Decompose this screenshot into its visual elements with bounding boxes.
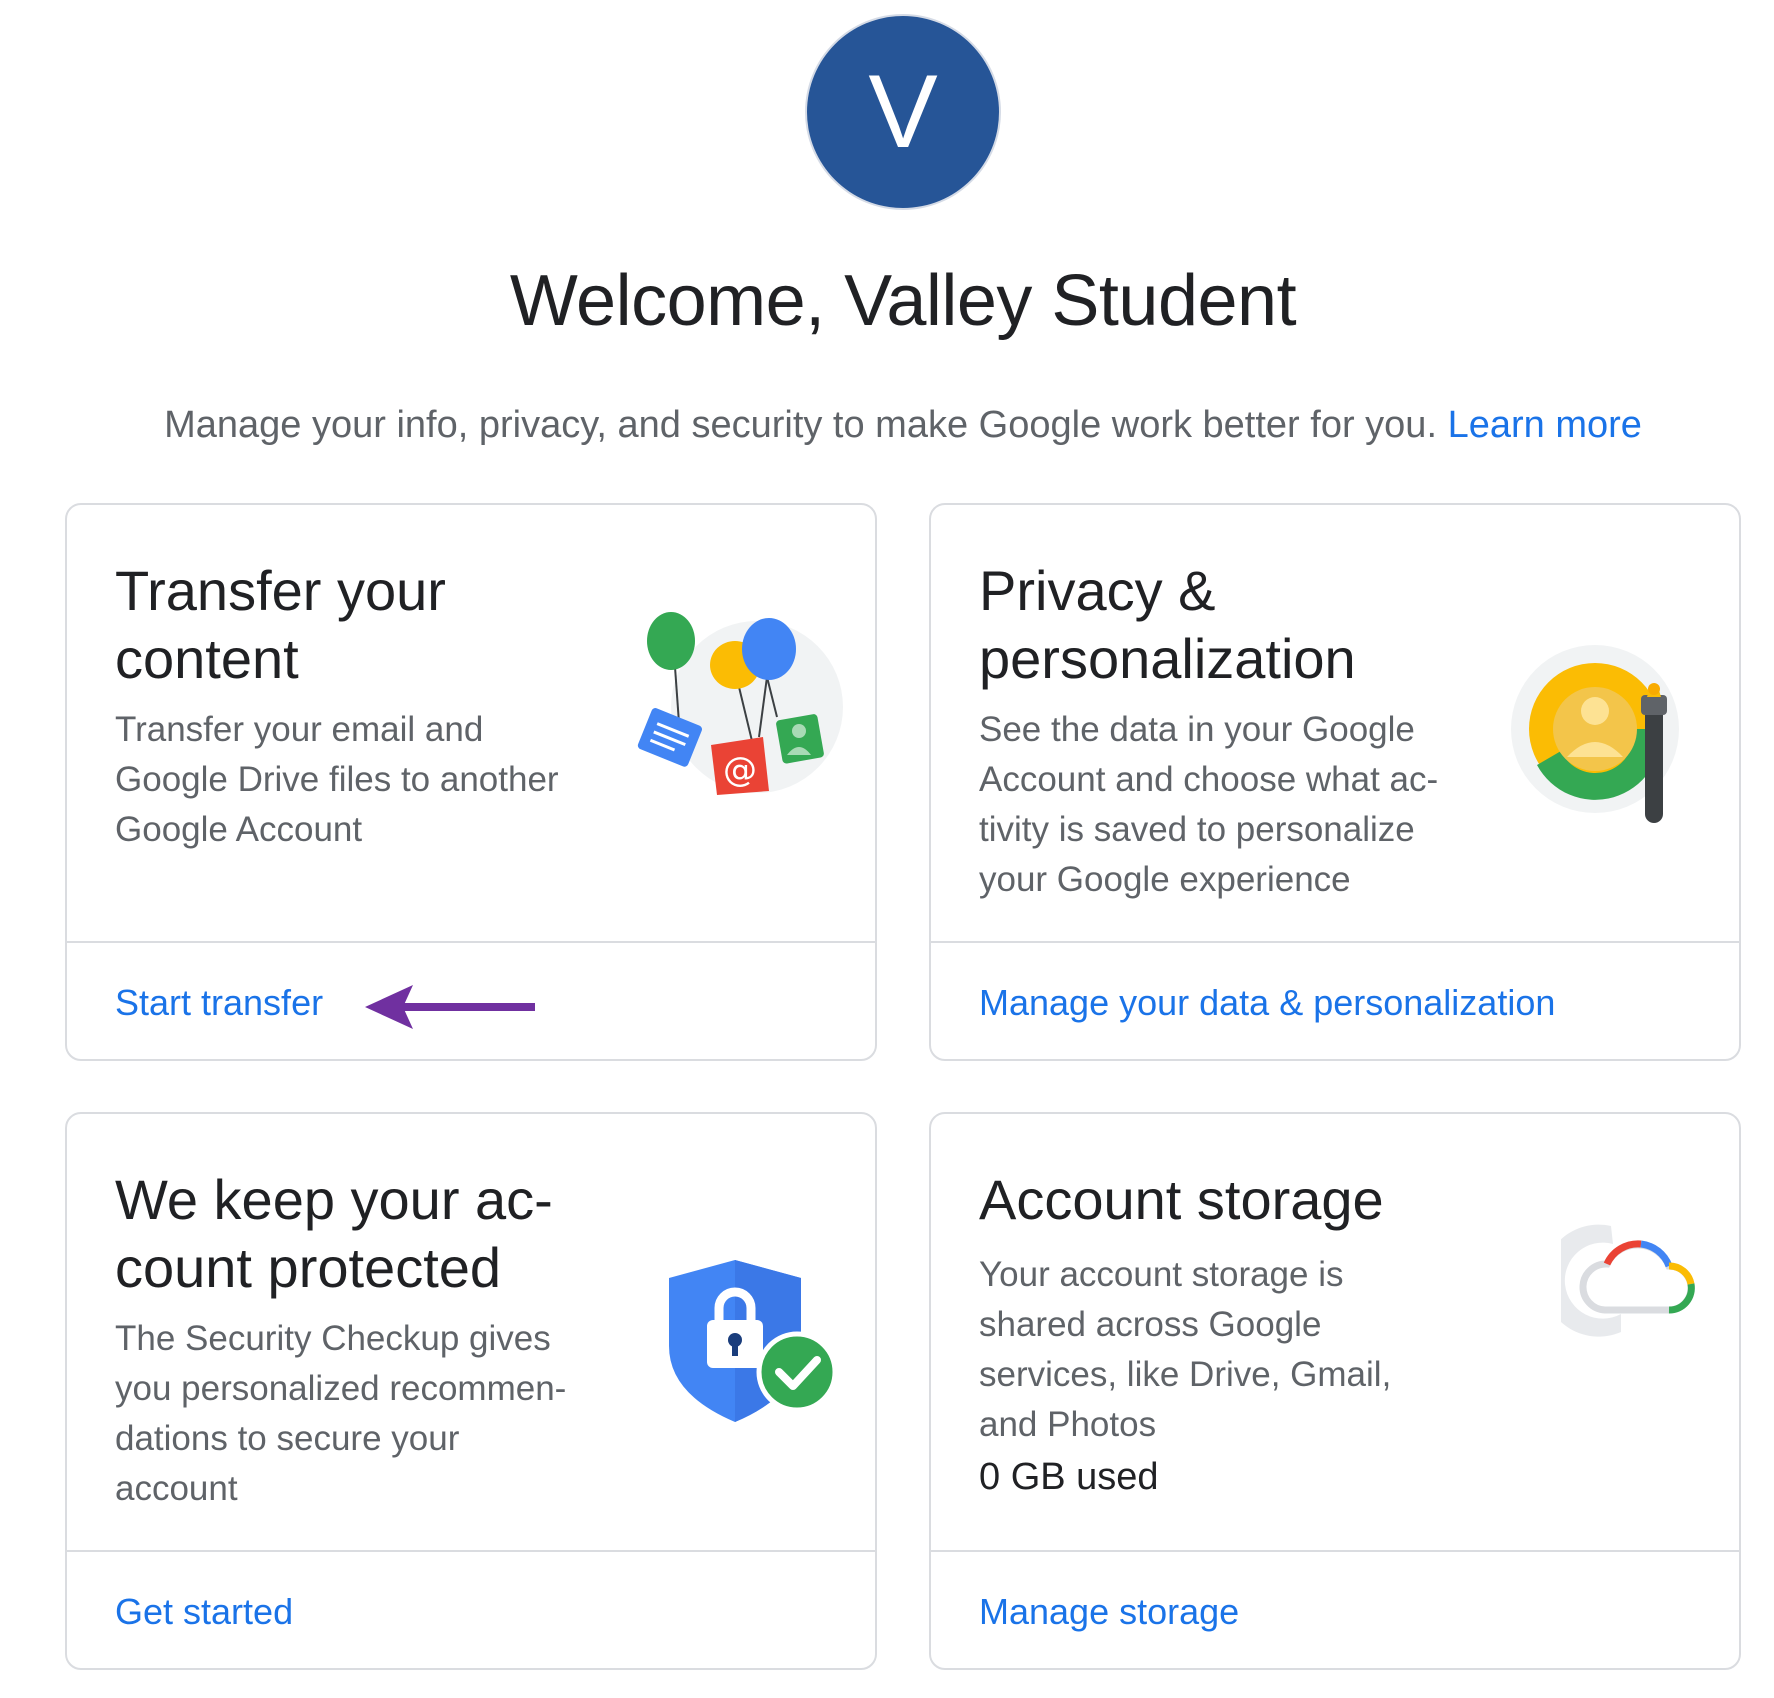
card-description: The Security Checkup gives you personali… bbox=[115, 1319, 567, 1508]
card-divider bbox=[931, 1550, 1739, 1552]
card-description: See the data in your Google Account and … bbox=[979, 710, 1439, 899]
card-description: Transfer your email and Google Drive fil… bbox=[115, 710, 559, 849]
cloud-storage-icon bbox=[1561, 1224, 1695, 1337]
security-card: We keep your ac-count protected The Secu… bbox=[65, 1112, 877, 1670]
get-started-link[interactable]: Get started bbox=[115, 1582, 293, 1642]
transfer-content-card: Transfer your content Transfer your emai… bbox=[65, 503, 877, 1061]
card-title: Privacy & personalization bbox=[979, 559, 1356, 690]
manage-data-personalization-link[interactable]: Manage your data & personalization bbox=[979, 973, 1555, 1033]
card-title: We keep your ac-count protected bbox=[115, 1168, 553, 1299]
card-description: Your account storage is shared across Go… bbox=[979, 1255, 1392, 1444]
purple-arrow-icon bbox=[365, 985, 535, 1029]
learn-more-link[interactable]: Learn more bbox=[1448, 404, 1642, 446]
card-divider bbox=[931, 941, 1739, 943]
avatar[interactable]: V bbox=[807, 16, 999, 208]
svg-text:@: @ bbox=[723, 750, 757, 790]
start-transfer-link[interactable]: Start transfer bbox=[115, 973, 323, 1033]
account-storage-card: Account storage Your account storage is … bbox=[929, 1112, 1741, 1670]
balloons-transfer-icon: @ bbox=[637, 612, 843, 795]
privacy-paintbrush-icon bbox=[1511, 645, 1679, 823]
storage-used: 0 GB used bbox=[979, 1456, 1159, 1498]
privacy-personalization-card: Privacy & personalization See the data i… bbox=[929, 503, 1741, 1061]
card-divider bbox=[67, 941, 875, 943]
card-divider bbox=[67, 1550, 875, 1552]
card-title: Transfer your content bbox=[115, 559, 446, 690]
subtitle-text: Manage your info, privacy, and security … bbox=[164, 404, 1438, 446]
card-title: Account storage bbox=[979, 1168, 1384, 1231]
page-title: Welcome, Valley Student bbox=[509, 261, 1297, 341]
page-subtitle: Manage your info, privacy, and security … bbox=[0, 400, 1774, 450]
manage-storage-link[interactable]: Manage storage bbox=[979, 1582, 1239, 1642]
security-shield-icon bbox=[669, 1260, 838, 1422]
